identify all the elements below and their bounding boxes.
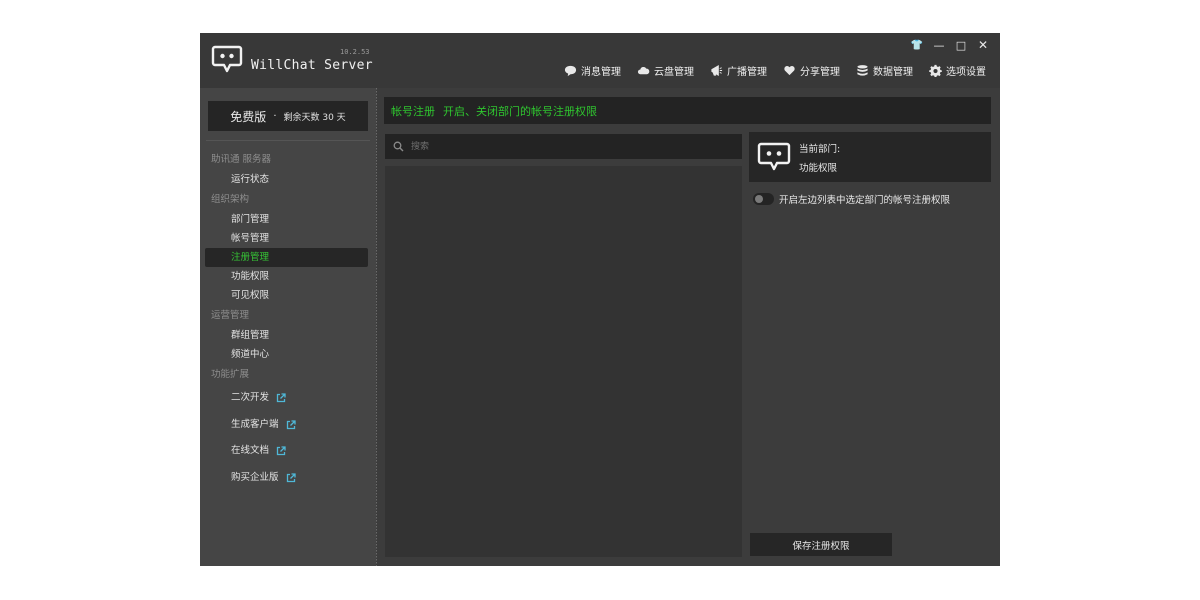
nav-label: 数据管理 bbox=[873, 67, 913, 78]
nav-data-management[interactable]: 数据管理 bbox=[856, 63, 913, 78]
sidebar-item-visibility-permissions[interactable]: 可见权限 bbox=[200, 286, 376, 305]
sidebar-menu: 助讯通 服务器 运行状态 组织架构 部门管理 帐号管理 注册管理 功能权限 可见… bbox=[200, 150, 376, 491]
close-button[interactable]: ✕ bbox=[972, 37, 994, 53]
search-input[interactable] bbox=[409, 140, 733, 153]
current-department-card: 当前部门: 功能权限 bbox=[749, 132, 991, 182]
nav-label: 分享管理 bbox=[800, 67, 840, 78]
registration-toggle[interactable] bbox=[753, 193, 774, 205]
nav-cloud-management[interactable]: 云盘管理 bbox=[637, 63, 694, 78]
page-title: 帐号注册 bbox=[391, 104, 435, 118]
registration-toggle-row[interactable]: 开启左边列表中选定部门的帐号注册权限 bbox=[753, 192, 950, 206]
sidebar-group-organization: 组织架构 bbox=[211, 194, 250, 205]
page-header: 帐号注册 开启、关闭部门的帐号注册权限 bbox=[384, 97, 991, 124]
sidebar-divider bbox=[206, 140, 370, 141]
nav-label: 选项设置 bbox=[946, 67, 986, 78]
minimize-button[interactable]: — bbox=[928, 37, 950, 53]
sidebar-item-department-management[interactable]: 部门管理 bbox=[200, 210, 376, 229]
cloud-icon bbox=[637, 66, 650, 75]
sidebar-link-secondary-development[interactable]: 二次开发 bbox=[200, 385, 376, 412]
app-version: 10.2.53 bbox=[340, 48, 370, 56]
license-remaining-days: 剩余天数 30 天 bbox=[283, 112, 346, 123]
megaphone-icon bbox=[711, 65, 723, 76]
license-edition: 免费版 bbox=[230, 109, 267, 124]
nav-message-management[interactable]: 消息管理 bbox=[564, 63, 621, 78]
chat-bubble-icon bbox=[564, 65, 577, 77]
save-registration-button[interactable]: 保存注册权限 bbox=[750, 533, 892, 556]
sidebar-item-channel-center[interactable]: 频道中心 bbox=[200, 345, 376, 364]
sidebar-splitter[interactable] bbox=[376, 88, 377, 566]
nav-label: 消息管理 bbox=[581, 67, 621, 78]
heart-icon bbox=[784, 66, 795, 76]
sidebar-link-label: 生成客户端 bbox=[231, 418, 279, 430]
nav-label: 广播管理 bbox=[727, 67, 767, 78]
sidebar-item-group-management[interactable]: 群组管理 bbox=[200, 326, 376, 345]
maximize-button[interactable]: □ bbox=[950, 37, 972, 53]
current-department-name: 功能权限 bbox=[799, 163, 838, 174]
sidebar-link-label: 在线文档 bbox=[231, 445, 270, 456]
toggle-knob bbox=[755, 195, 763, 203]
sidebar-link-label: 购买企业版 bbox=[231, 471, 279, 483]
sidebar-link-label: 二次开发 bbox=[231, 392, 270, 403]
external-link-icon bbox=[286, 420, 296, 429]
sidebar-group-extensions: 功能扩展 bbox=[211, 369, 250, 380]
external-link-icon bbox=[286, 473, 296, 482]
external-link-icon bbox=[276, 446, 286, 456]
top-nav: 消息管理 云盘管理 广播管理 分享管理 数据管理 选项设置 bbox=[564, 63, 986, 78]
app-title: WillChat Server bbox=[251, 58, 373, 73]
window-controls: 👕 — □ ✕ bbox=[906, 37, 994, 53]
nav-option-settings[interactable]: 选项设置 bbox=[929, 63, 986, 78]
sidebar-item-registration-management[interactable]: 注册管理 bbox=[205, 248, 368, 267]
license-badge: 免费版 · 剩余天数 30 天 bbox=[208, 101, 368, 131]
nav-broadcast-management[interactable]: 广播管理 bbox=[710, 63, 767, 78]
skin-button[interactable]: 👕 bbox=[906, 37, 928, 53]
sidebar-link-online-docs[interactable]: 在线文档 bbox=[200, 438, 376, 465]
sidebar-item-run-status[interactable]: 运行状态 bbox=[200, 170, 376, 189]
sidebar-link-buy-enterprise[interactable]: 购买企业版 bbox=[200, 465, 376, 492]
search-icon bbox=[393, 141, 404, 152]
nav-share-management[interactable]: 分享管理 bbox=[783, 63, 840, 78]
title-bar: WillChat Server 10.2.53 👕 — □ ✕ 消息管理 云盘管… bbox=[200, 33, 1000, 88]
sidebar-link-generate-client[interactable]: 生成客户端 bbox=[200, 412, 376, 439]
external-link-icon bbox=[276, 393, 286, 403]
department-list[interactable] bbox=[385, 166, 742, 557]
gear-icon bbox=[929, 64, 942, 77]
app-window: WillChat Server 10.2.53 👕 — □ ✕ 消息管理 云盘管… bbox=[200, 33, 1000, 566]
sidebar-group-operations: 运营管理 bbox=[211, 310, 250, 321]
app-logo-icon bbox=[211, 45, 243, 73]
registration-toggle-label: 开启左边列表中选定部门的帐号注册权限 bbox=[779, 195, 951, 206]
search-box[interactable] bbox=[385, 134, 742, 159]
database-icon bbox=[857, 65, 868, 76]
sidebar: 免费版 · 剩余天数 30 天 助讯通 服务器 运行状态 组织架构 部门管理 帐… bbox=[200, 88, 377, 566]
page-description: 开启、关闭部门的帐号注册权限 bbox=[443, 104, 597, 118]
department-avatar-icon bbox=[757, 142, 791, 171]
sidebar-group-server: 助讯通 服务器 bbox=[211, 154, 272, 165]
sidebar-item-account-management[interactable]: 帐号管理 bbox=[200, 229, 376, 248]
current-department-label: 当前部门: bbox=[799, 144, 841, 155]
license-separator: · bbox=[273, 110, 277, 122]
nav-label: 云盘管理 bbox=[654, 67, 694, 78]
sidebar-item-function-permissions[interactable]: 功能权限 bbox=[200, 267, 376, 286]
